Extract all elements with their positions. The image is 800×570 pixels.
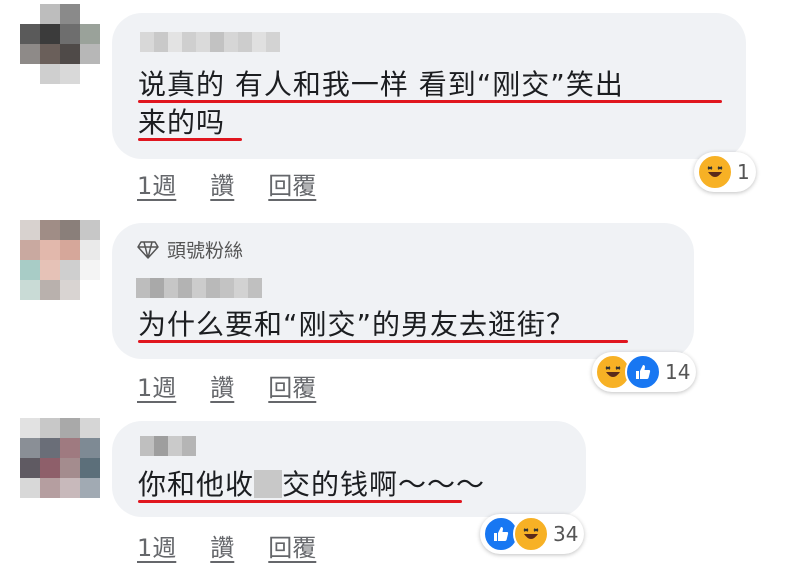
red-underline xyxy=(138,100,722,103)
comment-text: 来的吗 xyxy=(138,106,226,139)
commenter-name-blurred[interactable] xyxy=(136,278,262,298)
red-underline xyxy=(138,340,628,343)
like-button[interactable]: 讚 xyxy=(210,368,234,403)
reaction-summary[interactable]: 14 xyxy=(592,352,697,392)
reaction-summary[interactable]: 34 xyxy=(480,514,585,554)
reply-button[interactable]: 回覆 xyxy=(268,528,316,563)
commenter-name-blurred[interactable] xyxy=(140,436,196,456)
commenter-name-blurred[interactable] xyxy=(140,32,280,52)
badge-label: 頭號粉絲 xyxy=(167,240,244,262)
comment-text: 说真的 有人和我一样 看到“刚交”笑出 xyxy=(138,68,624,101)
reaction-count: 14 xyxy=(665,360,691,384)
haha-icon xyxy=(697,154,733,190)
avatar[interactable] xyxy=(20,220,100,300)
avatar[interactable] xyxy=(20,418,100,498)
like-button[interactable]: 讚 xyxy=(210,166,234,201)
timestamp-link[interactable]: 1週 xyxy=(137,368,176,403)
diamond-icon xyxy=(137,240,159,259)
reaction-summary[interactable]: 1 xyxy=(694,152,756,192)
timestamp-link[interactable]: 1週 xyxy=(137,528,176,563)
reaction-count: 34 xyxy=(553,522,579,546)
like-icon xyxy=(625,354,661,390)
red-underline xyxy=(138,500,462,503)
reaction-count: 1 xyxy=(737,160,750,184)
top-fan-badge: 頭號粉絲 xyxy=(137,236,243,263)
reply-button[interactable]: 回覆 xyxy=(268,368,316,403)
avatar[interactable] xyxy=(20,4,100,84)
haha-icon xyxy=(513,516,549,552)
timestamp-link[interactable]: 1週 xyxy=(137,166,176,201)
comment-text: 为什么要和“刚交”的男友去逛街？ xyxy=(138,308,576,341)
red-underline xyxy=(138,138,242,141)
comment-actions: 1週 讚 回覆 xyxy=(137,166,350,201)
reply-button[interactable]: 回覆 xyxy=(268,166,316,201)
comment-actions: 1週 讚 回覆 xyxy=(137,528,350,563)
comment-actions: 1週 讚 回覆 xyxy=(137,368,350,403)
censored-block xyxy=(254,470,283,498)
like-button[interactable]: 讚 xyxy=(210,528,234,563)
comment-text: 你和他收 交的钱啊～～～ xyxy=(138,468,486,501)
